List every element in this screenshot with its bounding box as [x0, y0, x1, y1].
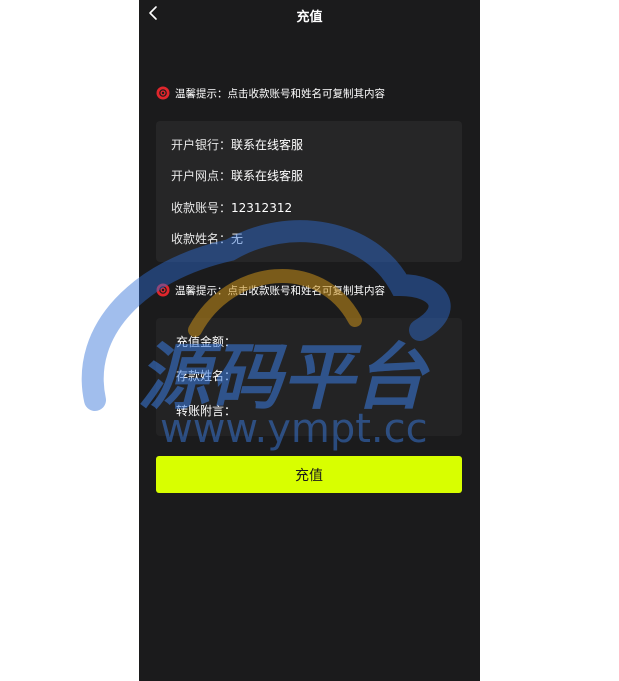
amount-label: 充值金额：	[176, 334, 237, 349]
bank-branch-row: 开户网点：联系在线客服	[171, 168, 303, 184]
header-bar: 充值	[139, 0, 480, 30]
recharge-form: 充值金额： 存款姓名： 转账附言：	[156, 318, 462, 436]
bank-name-label: 开户银行：	[171, 138, 232, 152]
bank-info-card: 开户银行：联系在线客服 开户网点：联系在线客服 收款账号：12312312 收款…	[156, 121, 462, 262]
bank-branch-value[interactable]: 联系在线客服	[231, 169, 303, 183]
amount-row: 充值金额：	[176, 330, 456, 352]
tip-message: 温馨提示：点击收款账号和姓名可复制其内容	[156, 85, 385, 101]
account-number-label: 收款账号：	[171, 201, 232, 215]
amount-input[interactable]	[236, 331, 456, 351]
transfer-note-input[interactable]	[236, 400, 456, 420]
account-name-value[interactable]: 无	[231, 232, 243, 246]
tip-text: 温馨提示：点击收款账号和姓名可复制其内容	[175, 87, 385, 100]
depositor-name-label: 存款姓名：	[176, 368, 237, 383]
page-title: 充值	[296, 10, 323, 25]
bank-name-row: 开户银行：联系在线客服	[171, 137, 303, 153]
alert-badge-icon	[156, 283, 170, 297]
transfer-note-label: 转账附言：	[176, 403, 237, 418]
account-number-row: 收款账号：12312312	[171, 200, 292, 216]
account-name-label: 收款姓名：	[171, 232, 232, 246]
tip-message-2: 温馨提示：点击收款账号和姓名可复制其内容	[156, 282, 385, 298]
tip-text: 温馨提示：点击收款账号和姓名可复制其内容	[175, 284, 385, 297]
alert-badge-icon	[156, 86, 170, 100]
transfer-note-row: 转账附言：	[176, 399, 456, 421]
recharge-submit-button[interactable]: 充值	[156, 456, 462, 493]
bank-name-value[interactable]: 联系在线客服	[231, 138, 303, 152]
bank-branch-label: 开户网点：	[171, 169, 232, 183]
account-number-value[interactable]: 12312312	[231, 201, 292, 215]
recharge-screen: 充值 温馨提示：点击收款账号和姓名可复制其内容 开户银行：联系在线客服 开户网点…	[139, 0, 480, 681]
depositor-name-input[interactable]	[236, 365, 456, 385]
account-name-row: 收款姓名：无	[171, 231, 243, 247]
depositor-name-row: 存款姓名：	[176, 364, 456, 386]
